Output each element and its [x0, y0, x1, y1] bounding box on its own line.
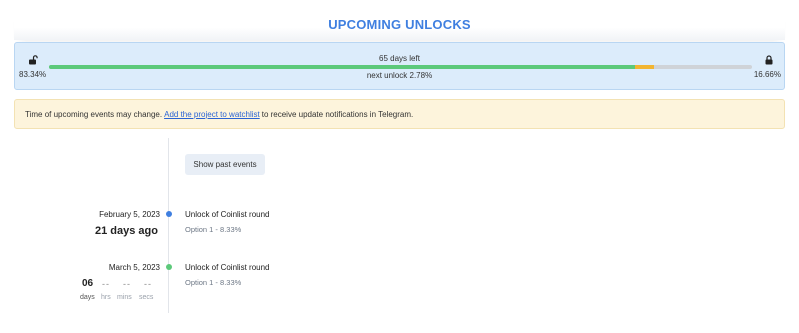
- countdown-minutes: --: [123, 279, 131, 289]
- event-date: March 5, 2023: [108, 263, 160, 272]
- countdown-seconds: --: [144, 279, 152, 289]
- notice-text-after: to receive update notifications in Teleg…: [261, 109, 414, 119]
- countdown-minutes-label: mins: [117, 294, 132, 301]
- timeline-dot: [165, 264, 172, 270]
- countdown-hours-label: hrs: [101, 294, 111, 301]
- notice-text-before: Time of upcoming events may change.: [25, 109, 163, 119]
- timeline-dot: [165, 211, 172, 217]
- upcoming-unlocks-header: UPCOMING UNLOCKS: [14, 8, 785, 40]
- countdown-seconds-label: secs: [139, 294, 154, 301]
- watchlist-notice: Time of upcoming events may change. Add …: [14, 99, 785, 129]
- countdown-days-label: days: [80, 294, 95, 301]
- days-left-label: 65 days left: [379, 54, 420, 63]
- add-to-watchlist-link[interactable]: Add the project to watchlist: [164, 110, 260, 119]
- locked-lock-icon: [765, 55, 773, 65]
- locked-percentage: 16.66%: [753, 70, 781, 79]
- event-subtitle: Option 1 - 8.33%: [185, 278, 242, 287]
- event-subtitle: Option 1 - 8.33%: [185, 225, 242, 234]
- unlock-progress-bar: [49, 65, 752, 69]
- timeline-line: [168, 138, 169, 313]
- countdown-hours: --: [102, 279, 110, 289]
- unlocked-segment: [49, 65, 635, 69]
- event-relative-time: 21 days ago: [95, 225, 158, 237]
- event-title: Unlock of Coinlist round: [185, 263, 270, 272]
- next-unlock-label: next unlock 2.78%: [366, 71, 433, 80]
- section-title: UPCOMING UNLOCKS: [328, 16, 471, 32]
- next-unlock-segment: [634, 65, 655, 69]
- unlock-progress-panel: 83.34% 65 days left next unlock 2.78% 16…: [14, 42, 785, 90]
- event-title: Unlock of Coinlist round: [185, 210, 270, 219]
- show-past-events-button[interactable]: Show past events: [185, 154, 265, 175]
- countdown-days: 06: [82, 278, 94, 289]
- event-date: February 5, 2023: [99, 210, 160, 219]
